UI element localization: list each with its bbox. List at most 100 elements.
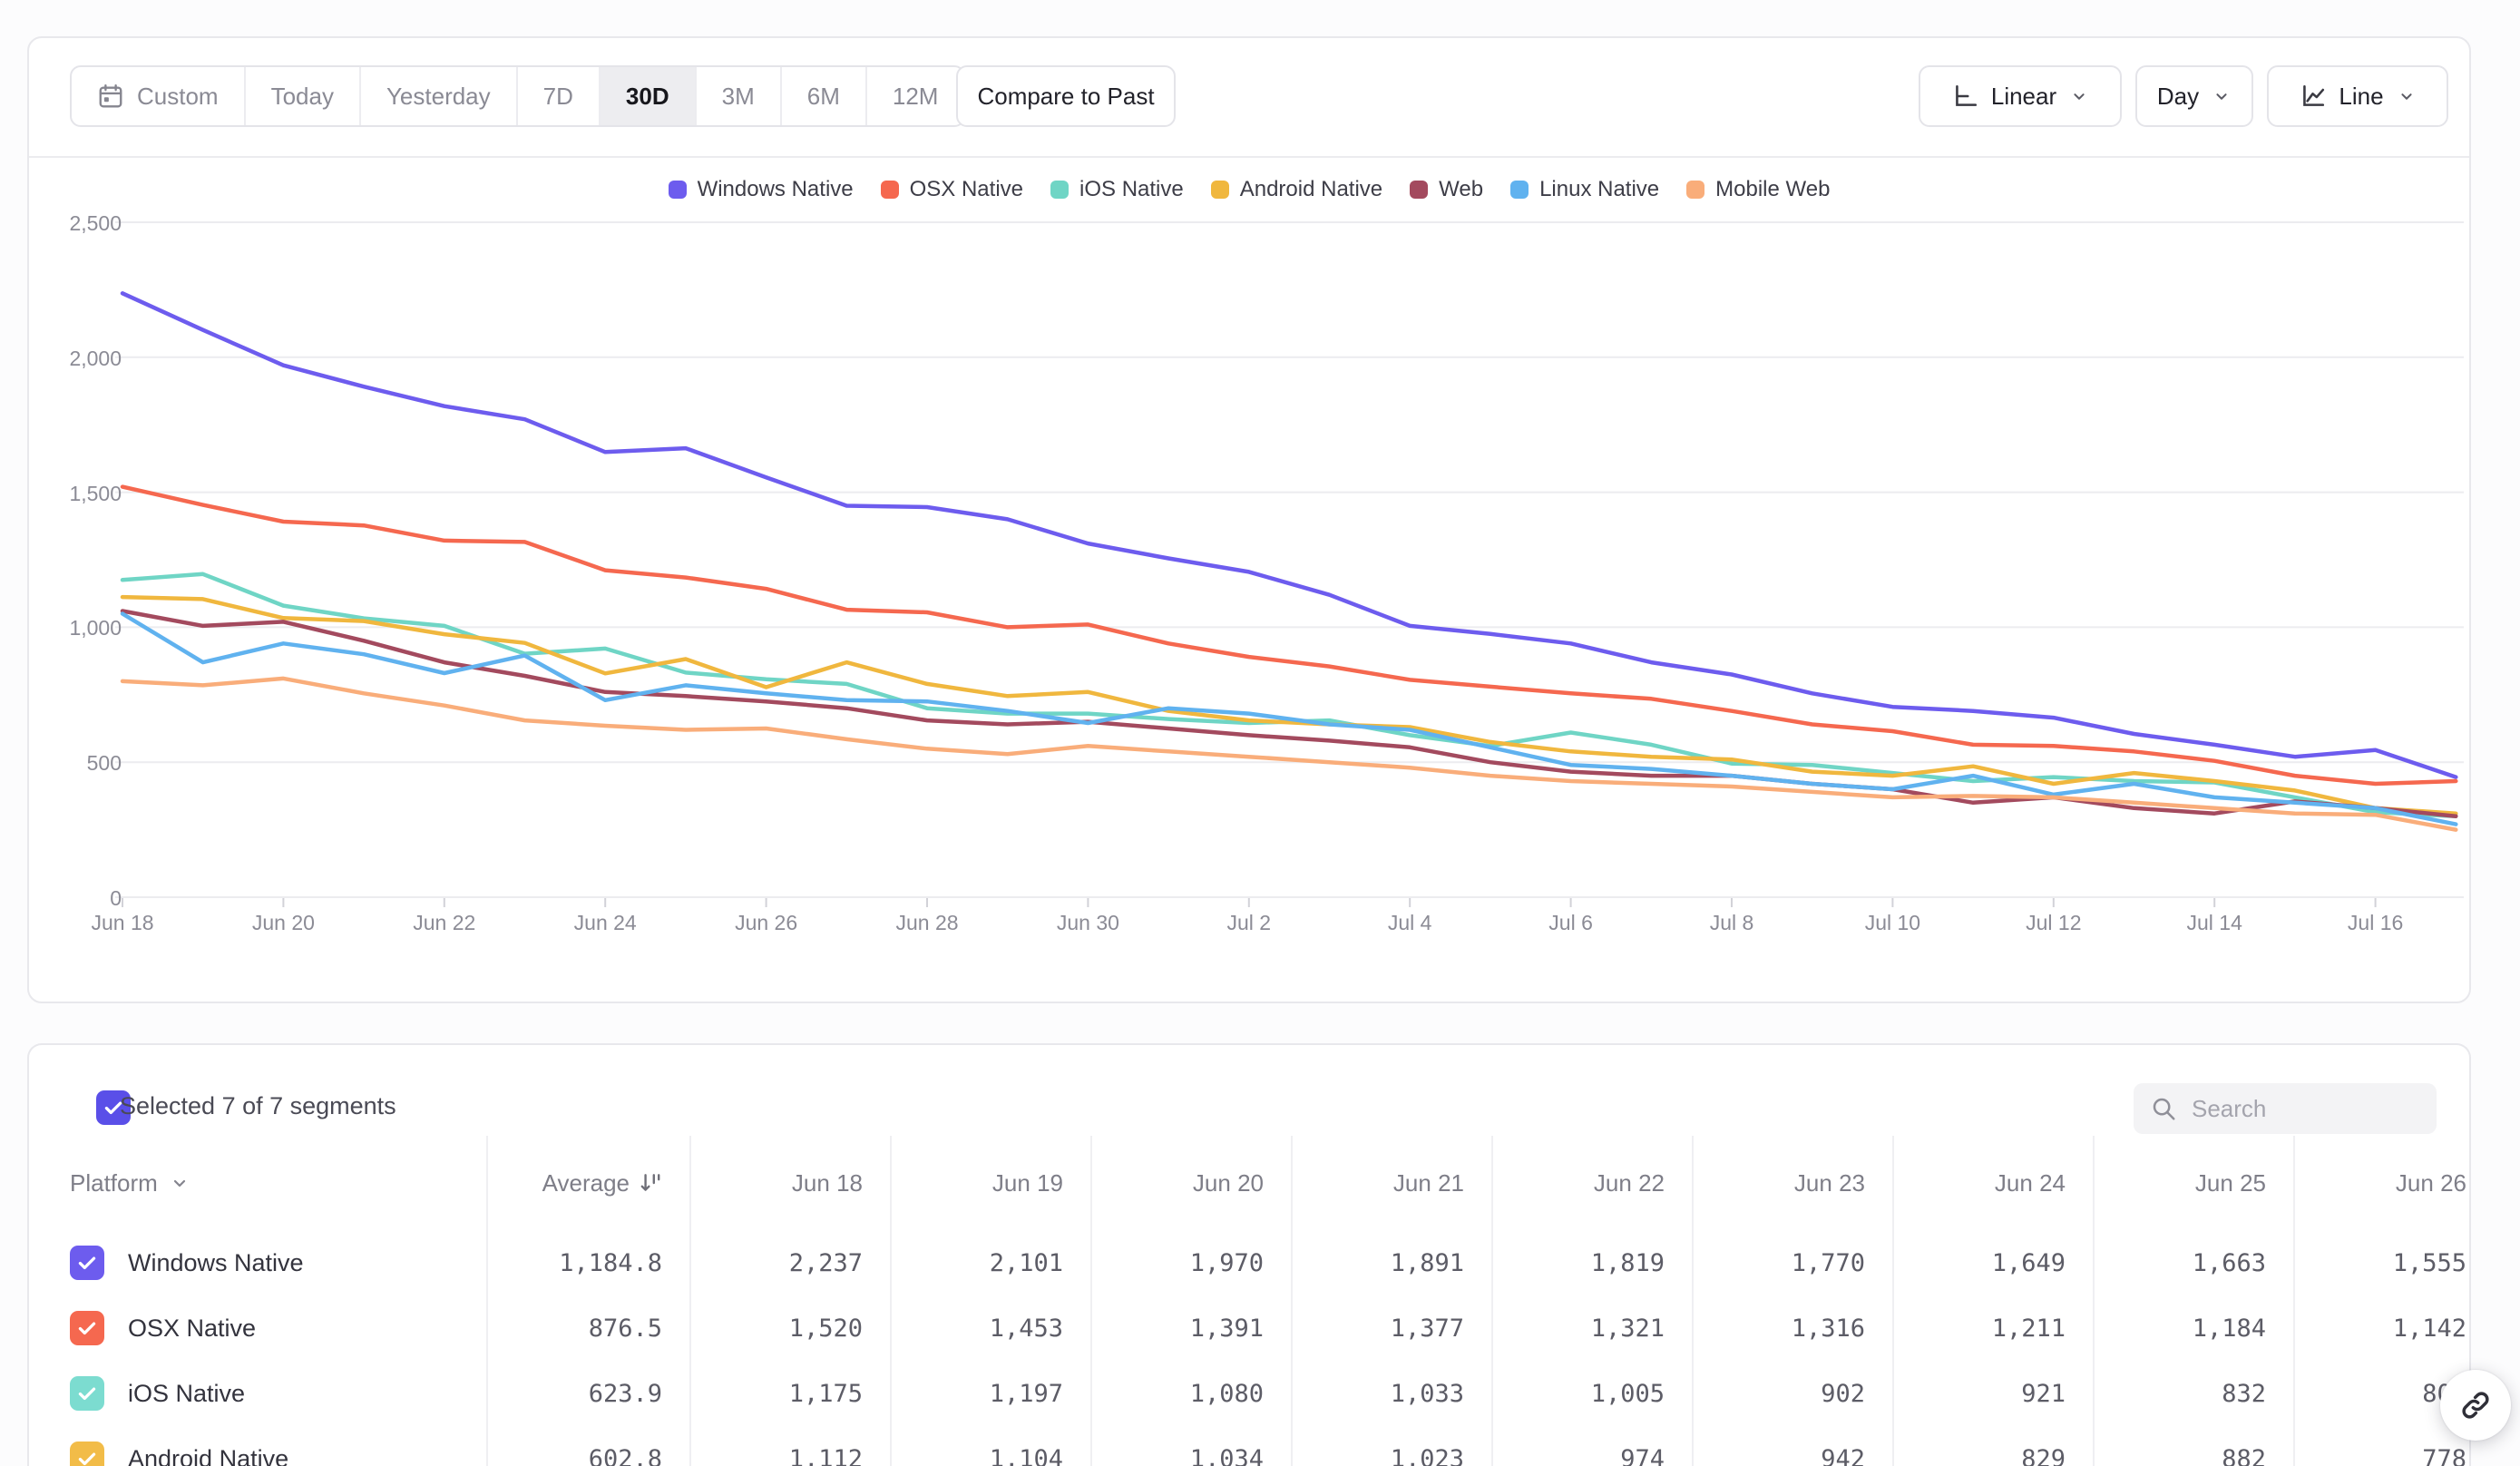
day-column-header-jun-20[interactable]: Jun 20 [1090,1136,1291,1230]
day-value-cell: 1,034 [1090,1426,1291,1466]
day-value-cell: 1,104 [890,1426,1090,1466]
day-value-cell: 1,184 [2093,1295,2293,1361]
platform-header-label: Platform [70,1169,158,1197]
chart-line-windows-native[interactable] [122,293,2456,777]
average-value-cell: 876.5 [486,1295,689,1361]
segments-table-card: Selected 7 of 7 segments Platform Averag… [27,1043,2471,1466]
chart-line-linux-native[interactable] [122,614,2456,825]
day-value-cell: 1,211 [1892,1295,2093,1361]
platform-cell: iOS Native [29,1361,486,1426]
x-axis-label: Jul 4 [1346,911,1473,935]
day-column-header-jun-21[interactable]: Jun 21 [1291,1136,1491,1230]
y-axis-label: 1,000 [49,616,122,640]
table-row-android-native: Android Native602.81,1121,1041,0341,0239… [29,1426,2473,1466]
average-value-cell: 602.8 [486,1426,689,1466]
search-input[interactable] [2192,1095,2420,1123]
chart-line-ios-native[interactable] [122,574,2456,816]
segment-checkbox[interactable] [70,1246,104,1280]
day-value-cell: 902 [1692,1361,1892,1426]
average-column-header[interactable]: Average [486,1136,689,1230]
copy-link-button[interactable] [2440,1370,2511,1441]
search-icon [2150,1095,2177,1122]
selected-segments-label: Selected 7 of 7 segments [120,1092,396,1120]
x-axis-label: Jun 22 [381,911,508,935]
x-axis-label: Jun 26 [703,911,830,935]
table-body: Windows Native1,184.82,2372,1011,9701,89… [29,1230,2473,1466]
day-value-cell: 832 [2093,1361,2293,1426]
chart-plot-area[interactable] [29,38,2473,1005]
table-row-ios-native: iOS Native623.91,1751,1971,0801,0331,005… [29,1361,2473,1426]
x-axis-label: Jun 20 [220,911,347,935]
platform-name: iOS Native [128,1380,245,1408]
checkmark-icon [75,1447,99,1466]
day-column-header-jun-18[interactable]: Jun 18 [689,1136,890,1230]
day-value-cell: 1,005 [1491,1361,1692,1426]
analytics-page: CustomTodayYesterday7D30D3M6M12M Compare… [0,0,2520,1466]
platform-cell: OSX Native [29,1295,486,1361]
day-column-header-jun-26[interactable]: Jun 26 [2293,1136,2473,1230]
checkmark-icon [75,1382,99,1405]
day-column-header-jun-25[interactable]: Jun 25 [2093,1136,2293,1230]
segment-checkbox[interactable] [70,1311,104,1345]
day-value-cell: 829 [1892,1426,2093,1466]
day-value-cell: 1,377 [1291,1295,1491,1361]
day-column-header-jun-23[interactable]: Jun 23 [1692,1136,1892,1230]
segment-checkbox[interactable] [70,1376,104,1411]
platform-name: Windows Native [128,1249,304,1277]
x-axis-label: Jul 6 [1508,911,1635,935]
day-value-cell: 1,080 [1090,1361,1291,1426]
search-box [2134,1083,2437,1134]
platform-cell: Android Native [29,1426,486,1466]
platform-name: OSX Native [128,1315,256,1343]
day-value-cell: 1,520 [689,1295,890,1361]
segments-table: Platform Average Jun 18Jun 19Jun 20Jun 2… [29,1136,2473,1466]
y-axis-label: 2,500 [49,211,122,236]
x-axis-label: Jun 24 [542,911,669,935]
day-value-cell: 778 [2293,1426,2473,1466]
day-value-cell: 882 [2093,1426,2293,1466]
platform-column-header[interactable]: Platform [29,1136,486,1230]
chart-line-mobile-web[interactable] [122,679,2456,830]
day-column-header-jun-19[interactable]: Jun 19 [890,1136,1090,1230]
x-axis-label: Jun 30 [1024,911,1151,935]
day-value-cell: 1,770 [1692,1230,1892,1295]
day-value-cell: 1,391 [1090,1295,1291,1361]
day-value-cell: 921 [1892,1361,2093,1426]
day-value-cell: 2,237 [689,1230,890,1295]
day-value-cell: 1,453 [890,1295,1090,1361]
average-value-cell: 623.9 [486,1361,689,1426]
x-axis-label: Jul 10 [1829,911,1956,935]
day-value-cell: 1,197 [890,1361,1090,1426]
x-axis-label: Jun 18 [59,911,186,935]
chevron-down-icon [169,1172,190,1194]
table-row-windows-native: Windows Native1,184.82,2372,1011,9701,89… [29,1230,2473,1295]
table-header-row: Platform Average Jun 18Jun 19Jun 20Jun 2… [29,1136,2473,1230]
x-axis-label: Jul 2 [1186,911,1313,935]
x-axis-label: Jul 14 [2151,911,2278,935]
x-axis-label: Jun 28 [864,911,991,935]
day-value-cell: 1,142 [2293,1295,2473,1361]
day-value-cell: 1,819 [1491,1230,1692,1295]
day-column-header-jun-24[interactable]: Jun 24 [1892,1136,2093,1230]
chart-line-web[interactable] [122,611,2456,816]
day-value-cell: 1,112 [689,1426,890,1466]
day-value-cell: 974 [1491,1426,1692,1466]
day-value-cell: 1,970 [1090,1230,1291,1295]
y-axis-label: 0 [49,886,122,911]
day-value-cell: 2,101 [890,1230,1090,1295]
y-axis-label: 500 [49,751,122,776]
x-axis-label: Jul 16 [2312,911,2439,935]
day-value-cell: 1,316 [1692,1295,1892,1361]
y-axis-label: 2,000 [49,347,122,371]
day-value-cell: 1,321 [1491,1295,1692,1361]
checkmark-icon [75,1251,99,1275]
x-axis-label: Jul 8 [1668,911,1795,935]
platform-cell: Windows Native [29,1230,486,1295]
segment-checkbox[interactable] [70,1442,104,1466]
day-value-cell: 1,649 [1892,1230,2093,1295]
day-value-cell: 942 [1692,1426,1892,1466]
y-axis-label: 1,500 [49,482,122,506]
checkmark-icon [75,1316,99,1340]
sort-descending-icon [639,1171,662,1195]
day-column-header-jun-22[interactable]: Jun 22 [1491,1136,1692,1230]
